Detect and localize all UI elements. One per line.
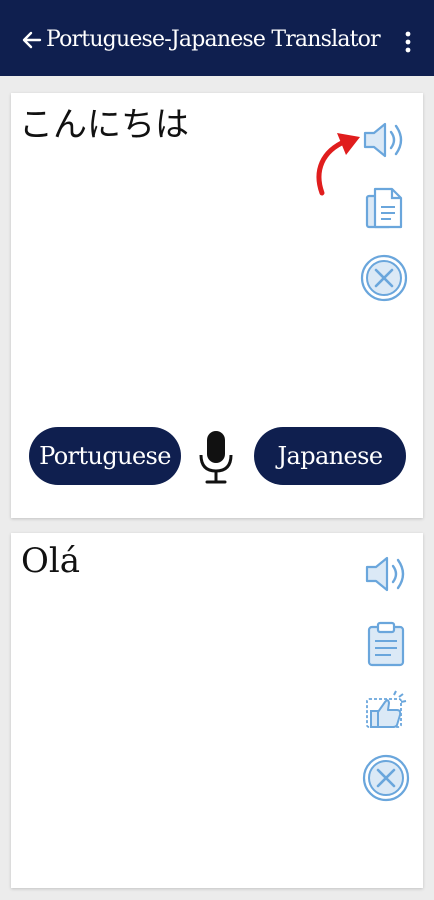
source-text[interactable]: こんにちは xyxy=(19,97,189,146)
translation-card: Olá xyxy=(11,533,423,888)
page-title: Portuguese-Japanese Translator xyxy=(46,27,381,52)
like-icon[interactable] xyxy=(361,687,411,737)
source-text-card: こんにちは Portuguese Japanese xyxy=(11,93,423,518)
source-language-button[interactable]: Portuguese xyxy=(29,427,181,485)
speaker-icon[interactable] xyxy=(359,115,409,165)
clear-icon[interactable] xyxy=(361,753,411,803)
speaker-icon[interactable] xyxy=(361,549,411,599)
copy-icon[interactable] xyxy=(359,185,409,235)
arrow-left-icon[interactable] xyxy=(20,28,44,52)
clipboard-icon[interactable] xyxy=(361,619,411,669)
translated-text: Olá xyxy=(21,541,81,581)
microphone-icon[interactable] xyxy=(197,429,235,485)
vertical-dots-icon[interactable] xyxy=(400,30,416,54)
target-language-button[interactable]: Japanese xyxy=(254,427,406,485)
app-header: Portuguese-Japanese Translator xyxy=(0,0,434,76)
pointer-arrow-icon xyxy=(316,133,360,196)
clear-icon[interactable] xyxy=(359,253,409,303)
